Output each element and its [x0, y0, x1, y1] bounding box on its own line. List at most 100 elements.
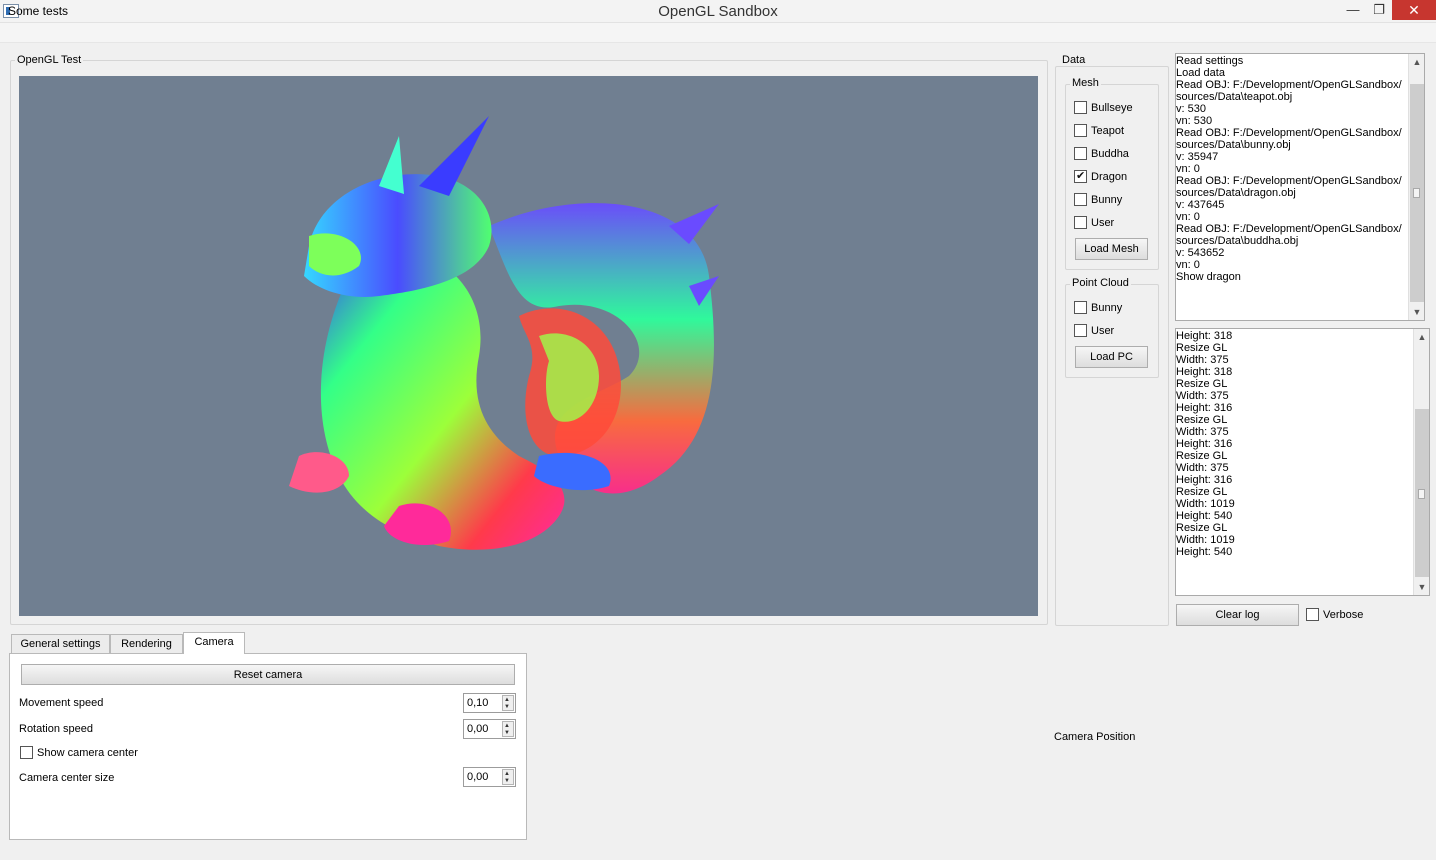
- stepper-up-icon[interactable]: ▲: [504, 771, 510, 777]
- pc-bunny-label: Bunny: [1091, 302, 1123, 314]
- mesh-dragon-checkbox[interactable]: [1074, 169, 1087, 183]
- menu-bar: [0, 23, 1436, 43]
- dragon-render: [289, 116, 719, 550]
- mesh-bunny-checkbox[interactable]: [1074, 193, 1087, 206]
- log-line: vn: 0: [1176, 163, 1200, 175]
- log-line: Height: 316: [1176, 438, 1233, 450]
- tab-camera[interactable]: Camera: [183, 632, 245, 654]
- rotation-speed-value: 0,00: [467, 723, 489, 735]
- pc-user-checkbox[interactable]: [1074, 324, 1087, 337]
- load-mesh-button[interactable]: Load Mesh: [1075, 238, 1148, 260]
- log-line: Load data: [1176, 67, 1225, 79]
- log-line: Width: 375: [1176, 462, 1229, 474]
- scroll-up-arrow-icon[interactable]: ▲: [1409, 54, 1425, 70]
- log-line: Width: 375: [1176, 426, 1229, 438]
- scroll-up-arrow-icon[interactable]: ▲: [1414, 329, 1430, 345]
- rotation-speed-label: Rotation speed: [19, 723, 93, 735]
- log-line: sources/Data\dragon.obj: [1176, 187, 1296, 199]
- window-title: OpenGL Sandbox: [658, 3, 778, 20]
- stepper-up-icon[interactable]: ▲: [504, 723, 510, 729]
- scrollbar-grip-icon: [1413, 188, 1420, 198]
- log-line: Resize GL: [1176, 450, 1228, 462]
- log-line: Height: 540: [1176, 546, 1233, 558]
- movement-speed-label: Movement speed: [19, 697, 104, 709]
- mesh-bunny-label: Bunny: [1091, 194, 1123, 206]
- log-line: Read OBJ: F:/Development/OpenGLSandbox/: [1176, 79, 1402, 91]
- log-line: Width: 1019: [1176, 498, 1235, 510]
- minimize-button[interactable]: —: [1340, 0, 1366, 20]
- camera-center-size-value: 0,00: [467, 771, 489, 783]
- log-line: sources/Data\buddha.obj: [1176, 235, 1299, 247]
- mesh-user-label: User: [1091, 217, 1115, 229]
- data-title: Data: [1060, 54, 1088, 66]
- pc-bunny-checkbox[interactable]: [1074, 301, 1087, 314]
- log-line: Resize GL: [1176, 342, 1228, 354]
- maximize-button[interactable]: ❐: [1366, 0, 1392, 20]
- log-line: sources/Data\bunny.obj: [1176, 139, 1291, 151]
- verbose-label: Verbose: [1323, 609, 1364, 621]
- scroll-down-arrow-icon[interactable]: ▼: [1414, 579, 1430, 595]
- camera-position-label: Camera Position: [1054, 731, 1136, 743]
- mesh-title: Mesh: [1070, 77, 1101, 89]
- scroll-down-arrow-icon[interactable]: ▼: [1409, 304, 1425, 320]
- gl-viewport[interactable]: [19, 76, 1038, 616]
- show-camera-center-label: Show camera center: [37, 747, 138, 759]
- scrollbar-grip-icon: [1418, 489, 1425, 499]
- tab-rendering[interactable]: Rendering: [110, 634, 183, 653]
- log-line: Read settings: [1176, 55, 1244, 67]
- log-line: Show dragon: [1176, 271, 1241, 283]
- log-line: vn: 530: [1176, 115, 1213, 127]
- mesh-bullseye-label: Bullseye: [1091, 102, 1133, 114]
- point-cloud-title: Point Cloud: [1070, 277, 1131, 289]
- rotation-speed-stepper[interactable]: 0,00 ▲ ▼: [463, 719, 516, 739]
- log-line: Height: 316: [1176, 474, 1233, 486]
- load-pc-button[interactable]: Load PC: [1075, 346, 1148, 368]
- menu-item-some-tests[interactable]: Some tests: [8, 4, 68, 18]
- stepper-up-icon[interactable]: ▲: [504, 697, 510, 703]
- clear-log-button[interactable]: Clear log: [1176, 604, 1299, 626]
- log-line: sources/Data\teapot.obj: [1176, 91, 1293, 103]
- log-line: v: 543652: [1176, 247, 1225, 259]
- settings-log-scrollbar[interactable]: ▲ ▼: [1408, 54, 1424, 320]
- log-line: v: 35947: [1176, 151, 1219, 163]
- log-line: vn: 0: [1176, 211, 1200, 223]
- tab-general-settings[interactable]: General settings: [11, 634, 110, 653]
- log-line: Height: 318: [1176, 330, 1233, 342]
- event-log-scrollbar[interactable]: ▲ ▼: [1413, 329, 1429, 595]
- opengl-test-title: OpenGL Test: [15, 54, 84, 66]
- stepper-arrows[interactable]: ▲ ▼: [502, 721, 514, 737]
- log-line: v: 437645: [1176, 199, 1225, 211]
- mesh-buddha-checkbox[interactable]: [1074, 147, 1087, 160]
- close-button[interactable]: ✕: [1392, 0, 1436, 20]
- reset-camera-button[interactable]: Reset camera: [21, 664, 515, 685]
- mesh-dragon-label: Dragon: [1091, 171, 1128, 183]
- log-line: Resize GL: [1176, 486, 1228, 498]
- log-line: Resize GL: [1176, 378, 1228, 390]
- show-camera-center-checkbox[interactable]: [20, 746, 33, 759]
- log-line: Resize GL: [1176, 522, 1228, 534]
- log-line: Resize GL: [1176, 414, 1228, 426]
- verbose-checkbox[interactable]: [1306, 608, 1319, 621]
- stepper-arrows[interactable]: ▲ ▼: [502, 695, 514, 711]
- mesh-teapot-checkbox[interactable]: [1074, 124, 1087, 137]
- log-line: Width: 375: [1176, 390, 1229, 402]
- settings-log-lines: Read settings Load data Read OBJ: F:/Dev…: [1176, 54, 1408, 320]
- log-line: Width: 375: [1176, 354, 1229, 366]
- log-line: Height: 540: [1176, 510, 1233, 522]
- stepper-down-icon[interactable]: ▼: [504, 730, 510, 736]
- stepper-down-icon[interactable]: ▼: [504, 778, 510, 784]
- log-line: vn: 0: [1176, 259, 1200, 271]
- mesh-bullseye-checkbox[interactable]: [1074, 101, 1087, 114]
- camera-center-size-stepper[interactable]: 0,00 ▲ ▼: [463, 767, 516, 787]
- mesh-teapot-label: Teapot: [1091, 125, 1125, 137]
- log-line: Height: 316: [1176, 402, 1233, 414]
- mesh-user-checkbox[interactable]: [1074, 216, 1087, 229]
- stepper-down-icon[interactable]: ▼: [504, 704, 510, 710]
- log-line: Read OBJ: F:/Development/OpenGLSandbox/: [1176, 175, 1402, 187]
- log-line: Width: 1019: [1176, 534, 1235, 546]
- log-line: Read OBJ: F:/Development/OpenGLSandbox/: [1176, 223, 1402, 235]
- stepper-arrows[interactable]: ▲ ▼: [502, 769, 514, 785]
- movement-speed-stepper[interactable]: 0,10 ▲ ▼: [463, 693, 516, 713]
- mesh-buddha-label: Buddha: [1091, 148, 1129, 160]
- camera-center-size-label: Camera center size: [19, 772, 115, 784]
